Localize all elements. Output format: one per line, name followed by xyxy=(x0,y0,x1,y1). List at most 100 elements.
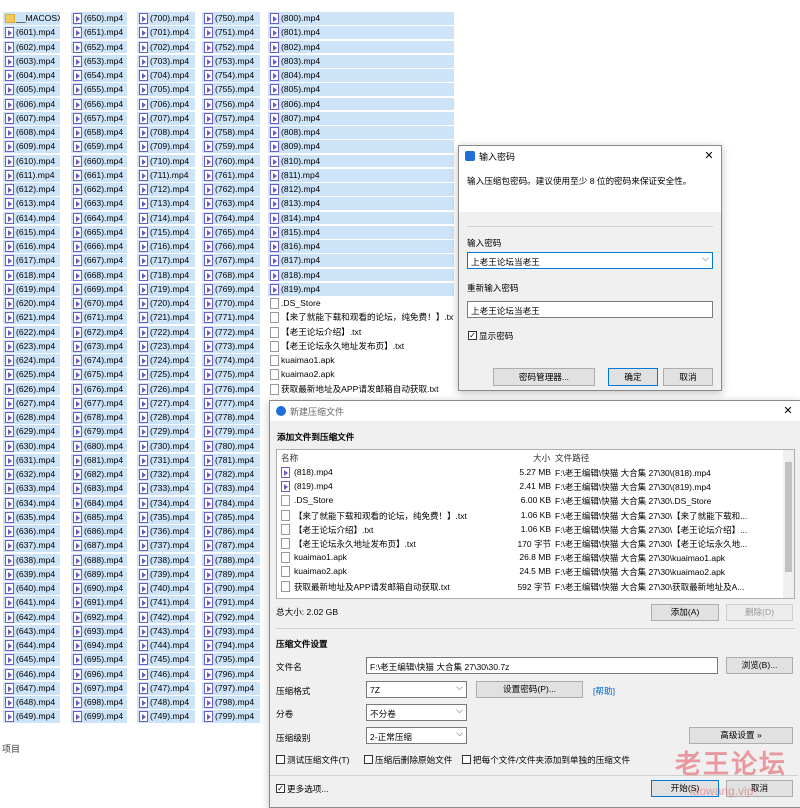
file-item[interactable]: (700).mp4 xyxy=(137,12,195,25)
file-item[interactable]: (797).mp4 xyxy=(202,681,260,695)
file-item[interactable]: (773).mp4 xyxy=(202,339,260,353)
file-item[interactable]: (752).mp4 xyxy=(202,40,260,54)
file-item[interactable]: (760).mp4 xyxy=(202,154,260,168)
file-item[interactable]: (738).mp4 xyxy=(137,553,195,567)
file-item[interactable]: (699).mp4 xyxy=(71,710,127,724)
table-row[interactable]: 【老王论坛介绍】.txt 1.06 KB F:\老王编辑\快猫 大合集 27\30\… xyxy=(277,522,783,536)
file-item[interactable]: (782).mp4 xyxy=(202,468,260,481)
file-item[interactable]: (657).mp4 xyxy=(71,111,127,125)
more-options-label[interactable]: 更多选项... xyxy=(287,783,329,795)
file-item[interactable]: (771).mp4 xyxy=(202,311,260,325)
file-item[interactable]: (729).mp4 xyxy=(137,425,195,439)
more-options-checkbox[interactable]: ✓ xyxy=(276,784,285,793)
file-item[interactable]: (701).mp4 xyxy=(137,26,195,40)
table-row[interactable]: .DS_Store 6.00 KB F:\老王编辑\快猫 大合集 27\30\.DS… xyxy=(277,493,783,507)
file-item[interactable]: (814).mp4 xyxy=(268,211,454,225)
file-item[interactable]: (658).mp4 xyxy=(71,126,127,139)
file-item[interactable]: (762).mp4 xyxy=(202,183,260,196)
file-item[interactable]: (795).mp4 xyxy=(202,653,260,667)
file-item[interactable]: (642).mp4 xyxy=(3,610,60,624)
column-header-name[interactable]: 名称 xyxy=(281,452,298,464)
file-item[interactable]: (784).mp4 xyxy=(202,496,260,510)
file-item[interactable]: (759).mp4 xyxy=(202,140,260,154)
column-header-path[interactable]: 文件路径 xyxy=(555,452,589,464)
file-item[interactable]: (639).mp4 xyxy=(3,567,60,581)
file-item[interactable]: (659).mp4 xyxy=(71,140,127,154)
file-item[interactable]: (792).mp4 xyxy=(202,610,260,624)
file-item[interactable]: (670).mp4 xyxy=(71,297,127,310)
file-item[interactable]: (641).mp4 xyxy=(3,596,60,610)
scrollbar-thumb[interactable] xyxy=(785,462,792,572)
file-item[interactable]: (745).mp4 xyxy=(137,653,195,667)
file-item[interactable]: (649).mp4 xyxy=(3,710,60,724)
file-item[interactable]: (625).mp4 xyxy=(3,368,60,382)
file-item[interactable]: (679).mp4 xyxy=(71,425,127,439)
file-item[interactable]: (602).mp4 xyxy=(3,40,60,54)
file-item[interactable]: (652).mp4 xyxy=(71,40,127,54)
ok-button[interactable]: 确定 xyxy=(608,368,658,386)
table-scrollbar[interactable] xyxy=(783,450,794,598)
file-item[interactable]: (720).mp4 xyxy=(137,297,195,310)
file-item[interactable]: (630).mp4 xyxy=(3,439,60,453)
file-item[interactable]: (640).mp4 xyxy=(3,582,60,595)
add-button[interactable]: 添加(A) xyxy=(651,604,719,621)
file-item[interactable]: (730).mp4 xyxy=(137,439,195,453)
file-item[interactable]: (655).mp4 xyxy=(71,83,127,97)
file-item[interactable]: (614).mp4 xyxy=(3,211,60,225)
file-item[interactable]: (698).mp4 xyxy=(71,696,127,709)
archive-file-table[interactable]: 名称 大小 文件路径 (818).mp4 5.27 MB F:\老王编辑\快猫 大合… xyxy=(276,449,795,599)
help-link[interactable]: [帮助] xyxy=(593,685,615,697)
file-item[interactable]: (765).mp4 xyxy=(202,225,260,239)
file-item[interactable]: (703).mp4 xyxy=(137,54,195,68)
file-item[interactable]: (667).mp4 xyxy=(71,254,127,268)
file-item[interactable]: (722).mp4 xyxy=(137,325,195,339)
file-item[interactable]: (714).mp4 xyxy=(137,211,195,225)
file-item[interactable]: (615).mp4 xyxy=(3,225,60,239)
file-item[interactable]: (608).mp4 xyxy=(3,126,60,139)
file-item[interactable]: kuaimao2.apk xyxy=(268,368,454,381)
file-item[interactable]: (810).mp4 xyxy=(268,154,454,168)
file-item[interactable]: (662).mp4 xyxy=(71,183,127,196)
separate-archives-checkbox[interactable] xyxy=(462,755,471,764)
file-item[interactable]: (611).mp4 xyxy=(3,168,60,182)
password-manager-button[interactable]: 密码管理器... xyxy=(493,368,595,386)
file-item[interactable]: (645).mp4 xyxy=(3,653,60,667)
file-item[interactable]: (631).mp4 xyxy=(3,453,60,467)
file-item[interactable]: (619).mp4 xyxy=(3,282,60,296)
file-item[interactable]: (633).mp4 xyxy=(3,482,60,496)
file-item[interactable]: (695).mp4 xyxy=(71,653,127,667)
file-item[interactable]: (811).mp4 xyxy=(268,168,454,182)
file-item[interactable]: (696).mp4 xyxy=(71,667,127,681)
file-item[interactable]: (683).mp4 xyxy=(71,482,127,496)
file-item[interactable]: (704).mp4 xyxy=(137,69,195,82)
file-item[interactable]: (721).mp4 xyxy=(137,311,195,325)
file-item[interactable]: (653).mp4 xyxy=(71,54,127,68)
file-item[interactable]: (618).mp4 xyxy=(3,268,60,282)
file-item[interactable]: (739).mp4 xyxy=(137,567,195,581)
file-item[interactable]: (732).mp4 xyxy=(137,468,195,481)
file-item[interactable]: (664).mp4 xyxy=(71,211,127,225)
file-item[interactable]: (766).mp4 xyxy=(202,240,260,253)
file-item[interactable]: (767).mp4 xyxy=(202,254,260,268)
file-item[interactable]: (789).mp4 xyxy=(202,567,260,581)
file-item[interactable]: (755).mp4 xyxy=(202,83,260,97)
file-item[interactable]: (716).mp4 xyxy=(137,240,195,253)
file-item[interactable]: (694).mp4 xyxy=(71,639,127,652)
file-item[interactable]: (705).mp4 xyxy=(137,83,195,97)
file-item[interactable]: (770).mp4 xyxy=(202,297,260,310)
file-item[interactable]: (610).mp4 xyxy=(3,154,60,168)
file-item[interactable]: kuaimao1.apk xyxy=(268,354,454,367)
file-item[interactable]: (637).mp4 xyxy=(3,539,60,553)
file-item[interactable]: (791).mp4 xyxy=(202,596,260,610)
file-item[interactable]: (798).mp4 xyxy=(202,696,260,709)
delete-originals-checkbox[interactable] xyxy=(364,755,373,764)
file-item[interactable]: (706).mp4 xyxy=(137,97,195,111)
file-item[interactable]: (622).mp4 xyxy=(3,325,60,339)
file-item[interactable]: (673).mp4 xyxy=(71,339,127,353)
file-item[interactable]: (753).mp4 xyxy=(202,54,260,68)
file-item[interactable]: (620).mp4 xyxy=(3,297,60,310)
file-item[interactable]: (772).mp4 xyxy=(202,325,260,339)
file-item[interactable]: (668).mp4 xyxy=(71,268,127,282)
file-item[interactable]: (708).mp4 xyxy=(137,126,195,139)
file-item[interactable]: (638).mp4 xyxy=(3,553,60,567)
